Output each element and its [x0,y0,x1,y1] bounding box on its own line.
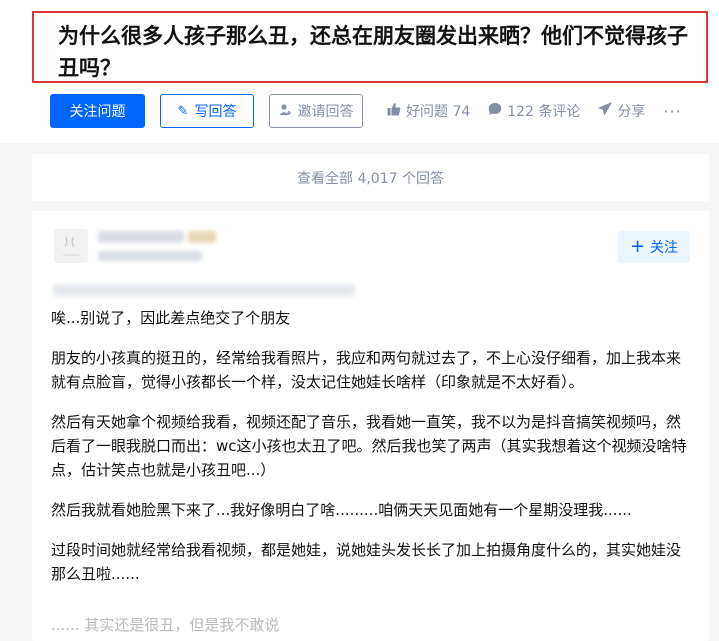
write-answer-label: 写回答 [194,104,237,120]
answer-stats-blurred [54,284,354,296]
comment-icon [488,102,502,120]
plus-icon: + [629,236,646,257]
invite-answer-label: 邀请回答 [297,104,354,120]
follow-question-button[interactable]: 关注问题 [50,94,145,128]
author-badge-blurred [188,231,216,243]
good-question-button[interactable]: 好问题 74 [387,101,470,121]
answer-card: + 关注 唉...别说了，因此差点绝交了个朋友 朋友的小孩真的挺丑的，经常给我看… [32,211,709,641]
question-title: 为什么很多人孩子那么丑，还总在朋友圈发出来晒？他们不觉得孩子丑吗？ [58,24,688,80]
share-button[interactable]: 分享 [598,101,645,121]
answer-paragraph: 然后有天她拿个视频给我看，视频还配了音乐，我看她一直笑，我不以为是抖音搞笑视频吗… [51,413,687,479]
comments-label: 122 条评论 [507,104,581,120]
follow-author-label: 关注 [650,240,679,256]
good-question-label: 好问题 74 [406,104,471,120]
view-all-answers-link[interactable]: 查看全部 4,017 个回答 [32,154,709,201]
pencil-icon: ✎ [177,103,189,119]
answer-paragraph: 然后我就看她脸黑下来了...我好像明白了啥.........咱俩天天见面她有一个… [51,501,632,519]
share-label: 分享 [617,104,646,120]
answer-paragraph: 朋友的小孩真的挺丑的，经常给我看照片，我应和两句就过去了，不上心没仔细看，加上我… [51,349,682,391]
question-actions: 关注问题 ✎ 写回答 邀请回答 好问题 74 122 条评论 分享 ··· [50,94,682,128]
add-user-icon [279,103,292,120]
more-options-icon[interactable]: ··· [663,102,681,121]
answer-paragraph: 唉...别说了，因此差点绝交了个朋友 [51,309,291,327]
question-header: 为什么很多人孩子那么丑，还总在朋友圈发出来晒？他们不觉得孩子丑吗？ 关注问题 ✎… [0,0,719,143]
author-headline-blurred [98,251,202,261]
write-answer-button[interactable]: ✎ 写回答 [160,94,254,128]
avatar[interactable] [54,229,88,263]
answer-paragraph: 过段时间她就经常给我看视频，都是她娃，说她娃头发长长了加上拍摄角度什么的，其实她… [51,541,682,583]
share-icon [598,101,613,120]
thumbs-up-icon [387,102,401,120]
answer-cut-off-line: ...... 其实还是很丑，但是我不敢说 [51,616,280,634]
answer-content: 唉...别说了，因此差点绝交了个朋友 朋友的小孩真的挺丑的，经常给我看照片，我应… [51,306,691,602]
invite-answer-button[interactable]: 邀请回答 [269,94,363,128]
comments-button[interactable]: 122 条评论 [488,101,580,121]
author-name-blurred[interactable] [98,231,184,243]
follow-author-button[interactable]: + 关注 [618,231,690,263]
